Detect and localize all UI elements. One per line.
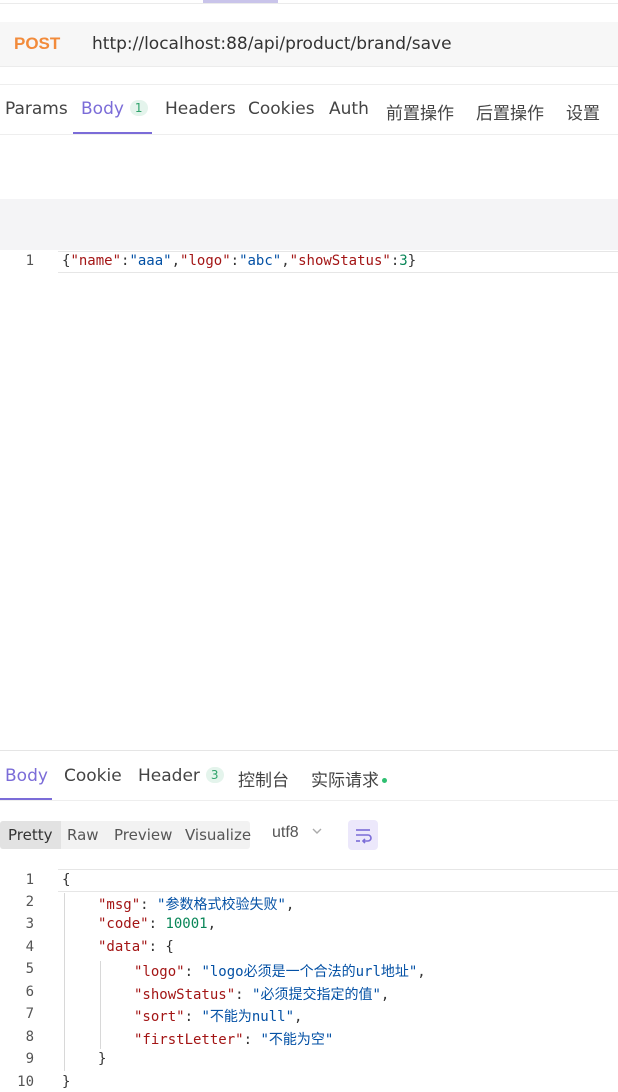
tab-label: Body	[81, 99, 124, 119]
json-inner-close-brace: }	[98, 1051, 107, 1067]
tab-label: 前置操作	[386, 104, 454, 124]
tab-body[interactable]: Body 1	[81, 99, 148, 119]
body-count-badge: 1	[129, 100, 148, 116]
json-number: 3	[399, 253, 408, 269]
chevron-down-icon[interactable]	[311, 824, 323, 840]
json-key: "name"	[70, 253, 122, 269]
json-line-showstatus: "showStatus": "必须提交指定的值",	[134, 987, 390, 1003]
url-input[interactable]: http://localhost:88/api/product/brand/sa…	[92, 34, 452, 54]
tabs-divider-bottom	[0, 134, 618, 135]
line-number: 5	[25, 961, 34, 977]
tab-post-request[interactable]: 后置操作	[476, 99, 544, 124]
encoding-select[interactable]: utf8	[272, 824, 299, 842]
tab-pre-request[interactable]: 前置操作	[386, 99, 454, 124]
http-method-select[interactable]: POST	[14, 34, 60, 54]
preview-button[interactable]: Preview	[106, 821, 180, 849]
resp-tabs-divider	[0, 800, 618, 801]
json-string: "参数格式校验失败"	[157, 897, 286, 913]
line-number: 7	[25, 1006, 34, 1022]
json-key: "code"	[98, 916, 149, 932]
json-line-logo: "logo": "logo必须是一个合法的url地址",	[134, 964, 426, 980]
json-string: "不能为null"	[201, 1009, 295, 1025]
json-line-msg: "msg": "参数格式校验失败",	[98, 897, 295, 913]
resp-tab-header[interactable]: Header 3	[138, 766, 224, 786]
pretty-button[interactable]: Pretty	[0, 821, 61, 849]
line-number: 4	[25, 939, 34, 955]
line-number: 9	[25, 1051, 34, 1067]
visualize-button[interactable]: Visualize	[177, 821, 259, 849]
tab-label: Params	[5, 99, 68, 119]
request-body-editor[interactable]: {"name":"aaa","logo":"abc","showStatus":…	[62, 253, 416, 269]
status-dot-icon	[382, 778, 387, 783]
json-punct: :	[230, 253, 240, 269]
json-string: "必须提交指定的值"	[252, 987, 381, 1003]
wrap-icon	[356, 829, 372, 844]
tab-label: 实际请求	[311, 771, 379, 791]
json-punct: }	[407, 253, 417, 269]
line-number: 6	[25, 984, 34, 1000]
indent-guide	[64, 893, 65, 1071]
json-punct: ,	[281, 253, 290, 269]
tab-label: Headers	[165, 99, 236, 119]
wrap-lines-button[interactable]	[348, 820, 378, 850]
json-key: "logo"	[134, 964, 185, 980]
tabs-divider-top	[0, 84, 618, 85]
tab-label: Cookies	[248, 99, 315, 119]
tab-label: 后置操作	[476, 104, 544, 124]
indent-guide	[100, 961, 101, 1049]
json-string: "abc"	[239, 253, 282, 269]
json-line-data: "data": {	[98, 939, 174, 955]
raw-button[interactable]: Raw	[59, 821, 107, 849]
tab-label: 设置	[566, 104, 600, 124]
json-open-brace: {	[62, 872, 71, 888]
json-key: "msg"	[98, 897, 141, 913]
header-count-badge: 3	[205, 767, 224, 783]
current-line-highlight	[58, 869, 618, 892]
line-number: 1	[25, 872, 34, 888]
json-key: "showStatus"	[134, 987, 236, 1003]
line-number: 10	[17, 1074, 34, 1090]
tab-label: Body	[5, 766, 48, 786]
tab-label: Cookie	[64, 766, 122, 786]
json-punct: :	[390, 253, 400, 269]
response-divider[interactable]	[0, 750, 618, 751]
json-string: "logo必须是一个合法的url地址"	[201, 964, 418, 980]
line-number: 3	[25, 916, 34, 932]
top-divider	[0, 3, 618, 4]
json-key: "logo"	[180, 253, 231, 269]
json-line-firstletter: "firstLetter": "不能为空"	[134, 1032, 334, 1048]
json-key: "data"	[98, 939, 149, 955]
json-key: "firstLetter"	[134, 1032, 244, 1048]
json-key: "sort"	[134, 1009, 185, 1025]
resp-tab-cookie[interactable]: Cookie	[64, 766, 122, 786]
tab-headers[interactable]: Headers	[165, 99, 236, 119]
json-key: "showStatus"	[289, 253, 391, 269]
json-line-code: "code": 10001,	[98, 916, 217, 932]
tab-settings[interactable]: 设置	[566, 99, 600, 124]
json-string: "aaa"	[129, 253, 172, 269]
tab-label: Auth	[329, 99, 369, 119]
resp-tab-body[interactable]: Body	[5, 766, 48, 786]
json-line-sort: "sort": "不能为null",	[134, 1009, 303, 1025]
json-close-brace: }	[62, 1074, 71, 1090]
line-number: 2	[25, 894, 34, 910]
line-number: 1	[25, 253, 34, 269]
line-number: 8	[25, 1029, 34, 1045]
tab-params[interactable]: Params	[5, 99, 68, 119]
resp-tab-actual-request[interactable]: 实际请求	[311, 766, 387, 791]
json-string: "不能为空"	[260, 1032, 334, 1048]
tab-label: 控制台	[238, 771, 289, 791]
json-punct: ,	[171, 253, 181, 269]
tab-auth[interactable]: Auth	[329, 99, 369, 119]
resp-tab-console[interactable]: 控制台	[238, 766, 289, 791]
tab-label: Header	[138, 766, 200, 786]
tab-cookies[interactable]: Cookies	[248, 99, 315, 119]
json-number: 10001	[165, 916, 208, 932]
body-type-toolbar	[0, 199, 618, 250]
